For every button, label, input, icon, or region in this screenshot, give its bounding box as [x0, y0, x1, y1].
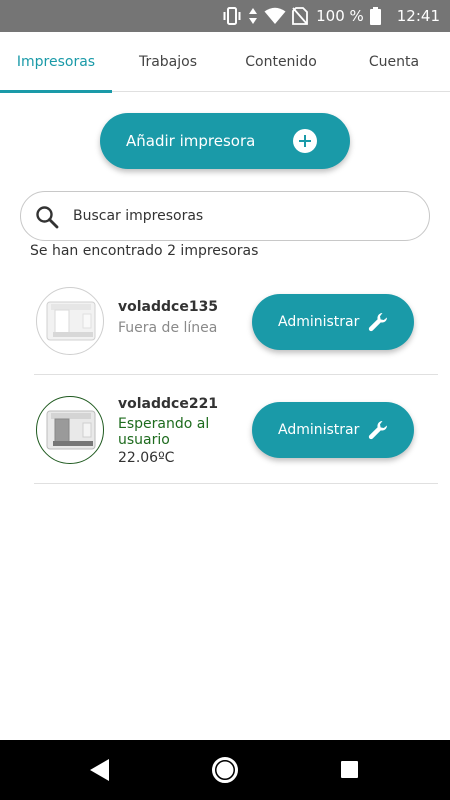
search-icon: [36, 206, 59, 229]
printer-row: voladdce135 Fuera de línea Administrar: [34, 267, 438, 375]
manage-label: Administrar: [278, 422, 360, 438]
tab-trabajos[interactable]: Trabajos: [112, 32, 224, 92]
add-printer-button[interactable]: Añadir impresora: [100, 113, 350, 169]
status-bar: 100 % 12:41: [0, 0, 450, 32]
battery-icon: [369, 7, 381, 25]
wrench-icon: [368, 420, 388, 440]
manage-printer-button[interactable]: Administrar: [252, 402, 414, 458]
wifi-icon: [264, 7, 286, 24]
data-arrows-icon: [249, 8, 258, 24]
manage-printer-button[interactable]: Administrar: [252, 294, 414, 350]
printer-3d-icon: [46, 301, 96, 341]
printer-name: voladdce135: [118, 299, 219, 315]
tab-contenido[interactable]: Contenido: [224, 32, 338, 92]
printer-row: voladdce221 Esperando al usuario 22.06ºC…: [34, 376, 438, 484]
printer-image: [36, 287, 104, 355]
search-input[interactable]: [73, 192, 413, 240]
no-sim-icon: [292, 7, 309, 25]
tab-cuenta[interactable]: Cuenta: [338, 32, 450, 92]
vibrate-icon: [223, 7, 241, 25]
printer-name: voladdce221: [118, 396, 219, 412]
plus-circle-icon: [293, 129, 317, 153]
result-count: Se han encontrado 2 impresoras: [30, 243, 259, 259]
manage-label: Administrar: [278, 314, 360, 330]
printer-image: [36, 396, 104, 464]
tab-impresoras[interactable]: Impresoras: [0, 32, 112, 93]
home-icon[interactable]: [211, 756, 239, 784]
search-box: [20, 191, 430, 241]
system-nav-bar: [0, 740, 450, 800]
printer-status: Fuera de línea: [118, 320, 218, 336]
clock: 12:41: [396, 7, 440, 25]
battery-percent: 100 %: [316, 7, 364, 25]
printer-status: Esperando al usuario: [118, 416, 210, 448]
printer-3d-icon: [46, 410, 96, 450]
wrench-icon: [368, 312, 388, 332]
add-printer-label: Añadir impresora: [126, 132, 256, 150]
printer-temperature: 22.06ºC: [118, 450, 175, 466]
recents-icon[interactable]: [341, 761, 358, 778]
status-icons: 100 % 12:41: [222, 0, 440, 32]
back-icon[interactable]: [89, 758, 111, 782]
tab-bar: Impresoras Trabajos Contenido Cuenta: [0, 32, 450, 93]
